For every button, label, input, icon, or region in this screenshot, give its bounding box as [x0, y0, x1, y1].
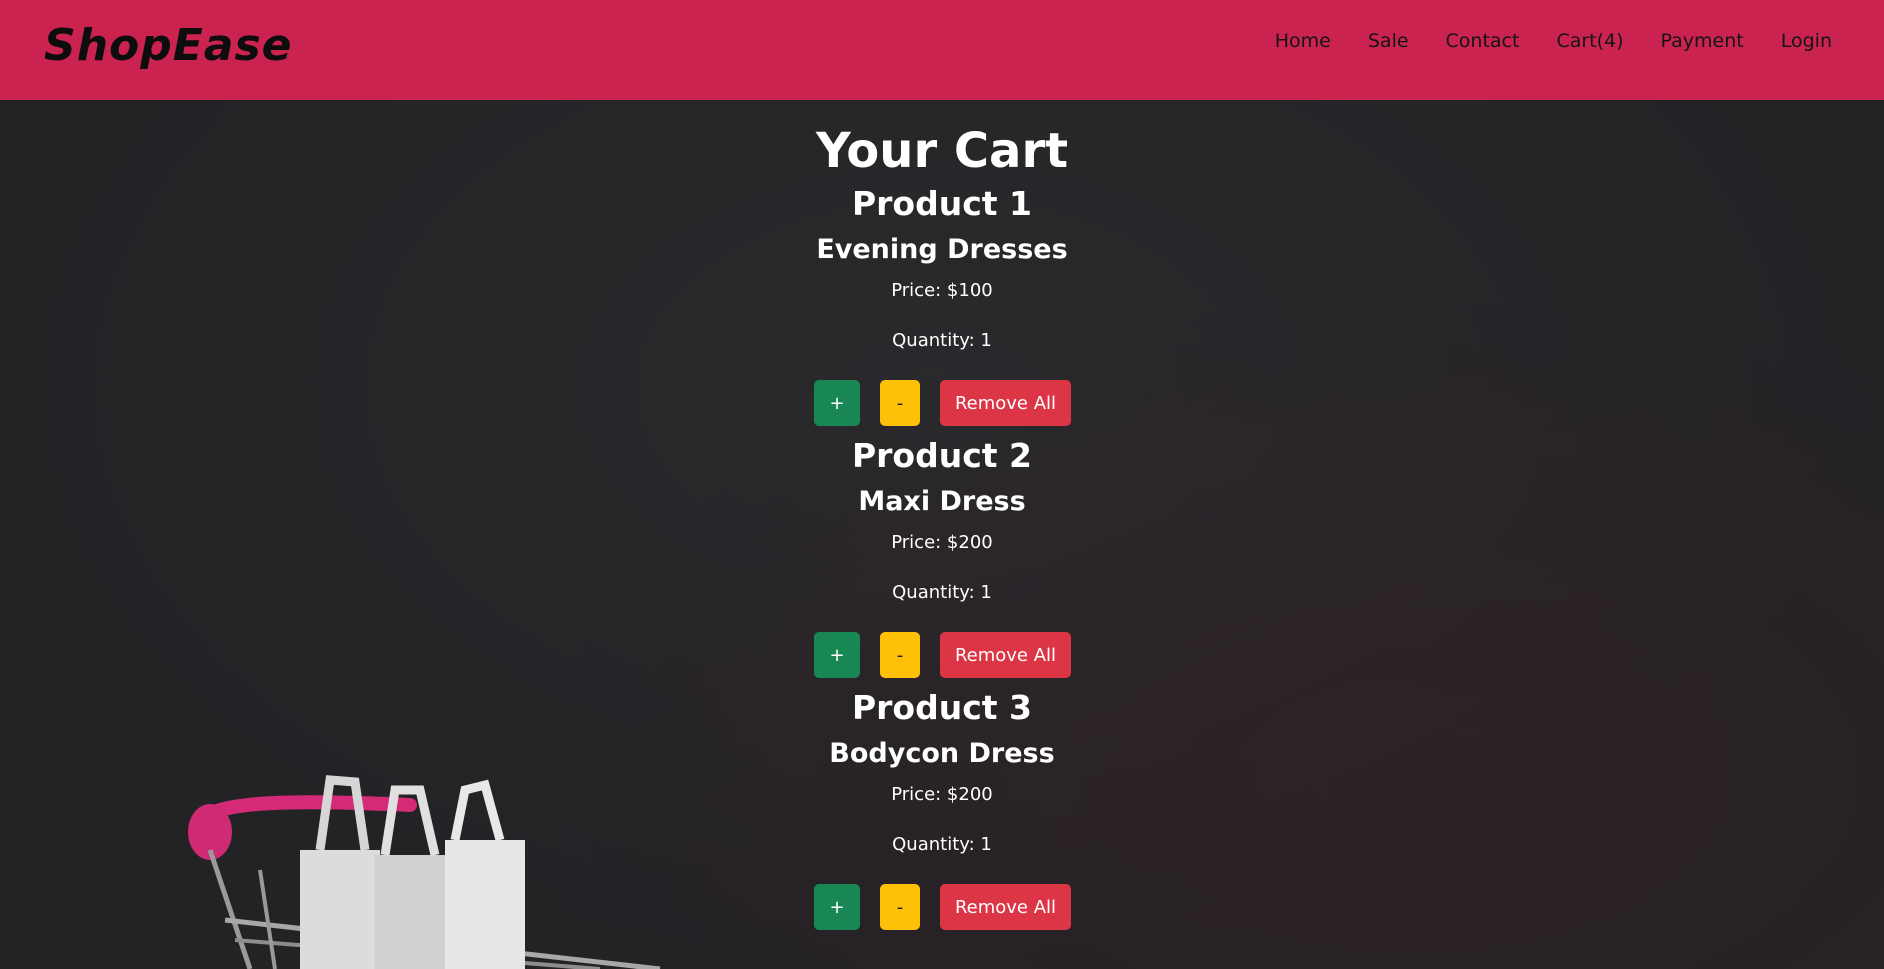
nav-sale-link[interactable]: Sale [1368, 28, 1409, 54]
product-quantity: Quantity: 1 [892, 834, 992, 855]
remove-all-button[interactable]: Remove All [940, 884, 1071, 930]
product-name: Maxi Dress [858, 486, 1026, 517]
quantity-controls: + - Remove All [0, 884, 1884, 930]
nav-cart-link[interactable]: Cart(4) [1556, 28, 1623, 54]
product-price: Price: $200 [891, 532, 993, 553]
product-price: Price: $200 [891, 784, 993, 805]
product-price: Price: $100 [891, 280, 993, 301]
increase-quantity-button[interactable]: + [814, 380, 860, 426]
product-name: Evening Dresses [816, 234, 1068, 265]
product-heading: Product 2 [851, 436, 1033, 475]
remove-all-button[interactable]: Remove All [940, 380, 1071, 426]
decrease-quantity-button[interactable]: - [880, 884, 920, 930]
product-quantity: Quantity: 1 [892, 330, 992, 351]
product-quantity: Quantity: 1 [892, 582, 992, 603]
nav-payment-link[interactable]: Payment [1661, 28, 1744, 54]
cart-item: Product 3 Bodycon Dress Price: $200 Quan… [0, 686, 1884, 930]
nav-contact-link[interactable]: Contact [1446, 28, 1520, 54]
nav-home-link[interactable]: Home [1275, 28, 1331, 54]
product-heading: Product 1 [851, 184, 1033, 223]
remove-all-button[interactable]: Remove All [940, 632, 1071, 678]
page-title: Your Cart [815, 123, 1069, 179]
nav-login-link[interactable]: Login [1781, 28, 1832, 54]
cart-content: Your Cart Product 1 Evening Dresses Pric… [0, 100, 1884, 969]
decrease-quantity-button[interactable]: - [880, 380, 920, 426]
quantity-controls: + - Remove All [0, 380, 1884, 426]
cart-item: Product 2 Maxi Dress Price: $200 Quantit… [0, 434, 1884, 678]
increase-quantity-button[interactable]: + [814, 632, 860, 678]
increase-quantity-button[interactable]: + [814, 884, 860, 930]
nav-links: Home Sale Contact Cart(4) Payment Login [1238, 28, 1832, 54]
product-heading: Product 3 [851, 688, 1033, 727]
brand-logo[interactable]: ShopEase [44, 20, 293, 71]
navbar: ShopEase Home Sale Contact Cart(4) Payme… [0, 0, 1884, 100]
product-name: Bodycon Dress [829, 738, 1055, 769]
quantity-controls: + - Remove All [0, 632, 1884, 678]
cart-item: Product 1 Evening Dresses Price: $100 Qu… [0, 182, 1884, 426]
decrease-quantity-button[interactable]: - [880, 632, 920, 678]
